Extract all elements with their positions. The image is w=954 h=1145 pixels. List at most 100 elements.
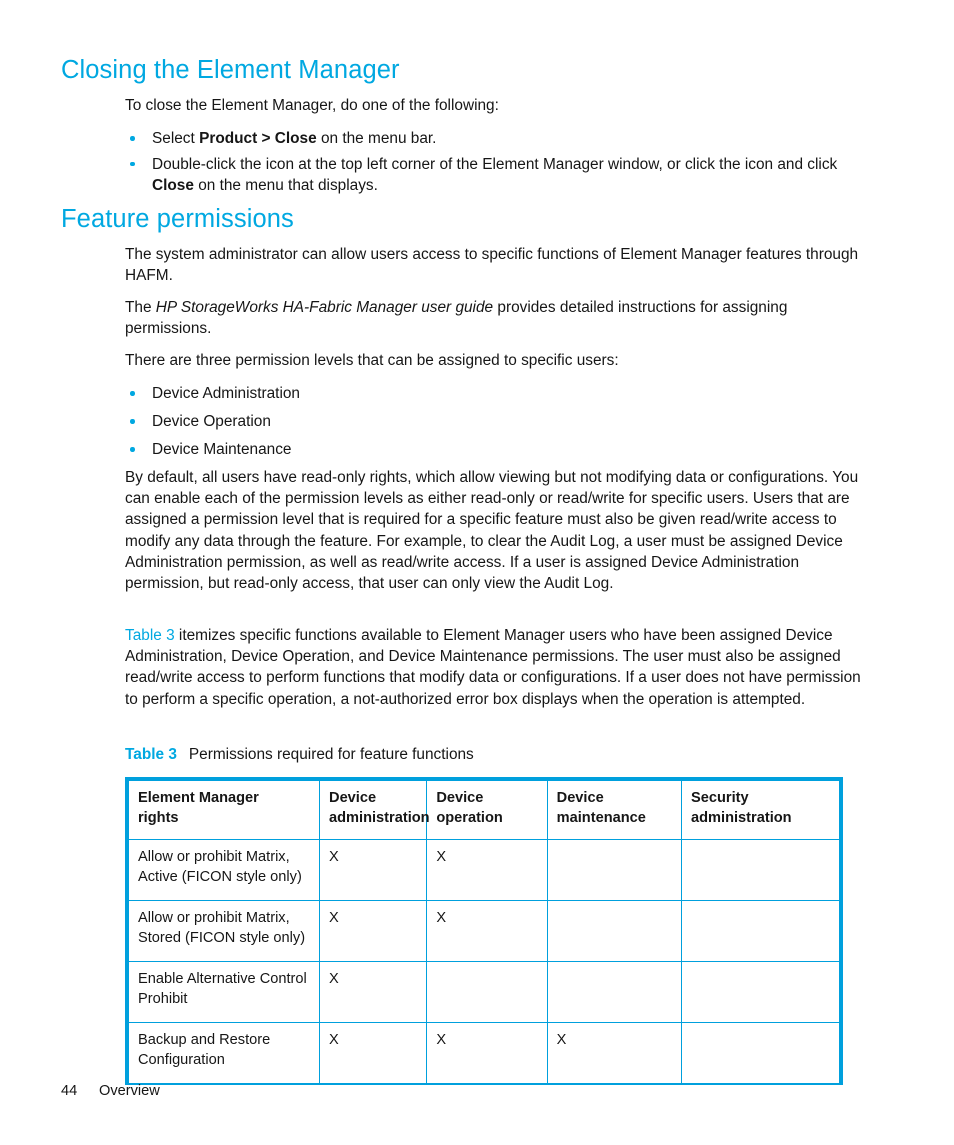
permission-mark xyxy=(691,909,831,953)
cell-security-administration xyxy=(682,1023,839,1084)
table-row: Allow or prohibit Matrix, Stored (FICON … xyxy=(129,900,839,962)
table-caption-label: Table 3 xyxy=(125,746,177,763)
close-step-1-text-b: on the menu bar. xyxy=(316,130,437,147)
permission-mark xyxy=(557,909,673,953)
close-step-2-bold: Close xyxy=(152,176,194,194)
page-footer: 44 Overview xyxy=(61,1082,160,1101)
cell-device-operation: X xyxy=(426,839,548,901)
list-item-close-step-1: Select Product > Close on the menu bar. xyxy=(125,128,877,149)
cell-device-maintenance xyxy=(547,900,683,962)
cell-security-administration xyxy=(681,839,839,901)
list-item-device-maintenance: Device Maintenance xyxy=(125,439,877,460)
cell-device-administration: X xyxy=(319,839,428,901)
document-page: Closing the Element Manager To close the… xyxy=(0,0,954,1145)
permission-mark xyxy=(691,848,831,892)
table-header: Element Manager rights Device administra… xyxy=(129,781,839,840)
paragraph-three-permission-levels: There are three permission levels that c… xyxy=(125,352,619,369)
permission-level-label: Device Administration xyxy=(152,385,300,402)
row-label-line-1: Allow or prohibit Matrix, xyxy=(138,849,290,865)
bullet-dot-icon xyxy=(130,136,135,141)
permission-mark xyxy=(557,970,673,1014)
permission-mark: X xyxy=(436,849,447,865)
cell-device-administration: X xyxy=(319,1022,428,1083)
header-line-1: Device xyxy=(556,790,604,806)
heading-feature-permissions: Feature permissions xyxy=(61,205,294,233)
column-header-device-maintenance: Device maintenance xyxy=(547,781,683,840)
table-3-reference-text: itemizes specific functions available to… xyxy=(125,627,861,708)
paragraph-user-guide-reference: The HP StorageWorks HA-Fabric Manager us… xyxy=(125,297,877,339)
close-step-2-text-b: on the menu that displays. xyxy=(193,176,378,194)
row-label-line-1: Enable Alternative Control xyxy=(138,971,307,987)
permission-mark: X xyxy=(329,910,339,926)
table-row: Enable Alternative Control Prohibit X xyxy=(129,961,839,1023)
cell-device-administration: X xyxy=(319,961,428,1023)
footer-chapter-name: Overview xyxy=(99,1083,160,1099)
permission-levels-list: Device Administration Device Operation D… xyxy=(125,383,877,461)
cell-device-operation: X xyxy=(426,900,548,962)
header-line-2: maintenance xyxy=(556,809,646,826)
row-label-line-1: Allow or prohibit Matrix, xyxy=(138,910,290,926)
paragraph-system-administrator: The system administrator can allow users… xyxy=(125,246,859,285)
table-row: Allow or prohibit Matrix, Active (FICON … xyxy=(129,839,839,901)
column-header-device-administration: Device administration xyxy=(319,781,430,840)
cell-device-maintenance: X xyxy=(547,1022,683,1083)
row-label-cell: Allow or prohibit Matrix, Stored (FICON … xyxy=(129,900,321,962)
row-label-cell: Allow or prohibit Matrix, Active (FICON … xyxy=(129,839,321,901)
permissions-table-container: Element Manager rights Device administra… xyxy=(125,777,843,1085)
permission-mark xyxy=(691,970,831,1014)
bullet-dot-icon xyxy=(130,419,135,424)
table-body: Allow or prohibit Matrix, Active (FICON … xyxy=(129,839,839,1084)
permission-mark: X xyxy=(329,1032,339,1048)
permission-mark: X xyxy=(329,971,339,987)
cell-device-operation: X xyxy=(426,1022,548,1083)
paragraph-table-3-reference: Table 3 itemizes specific functions avai… xyxy=(125,625,877,710)
table-header-row: Element Manager rights Device administra… xyxy=(129,781,839,840)
header-line-1: Element Manager xyxy=(138,790,259,806)
user-guide-title: HP StorageWorks HA-Fabric Manager user g… xyxy=(155,299,494,316)
header-line-1: Device xyxy=(329,790,377,806)
header-line-2: operation xyxy=(436,809,503,826)
row-label-line-2: Active (FICON style only) xyxy=(138,868,302,885)
cell-device-maintenance xyxy=(547,839,683,901)
permission-level-label: Device Operation xyxy=(152,413,271,431)
bullet-dot-icon xyxy=(130,161,135,167)
permission-mark xyxy=(691,1031,831,1075)
cell-device-administration: X xyxy=(319,900,428,962)
permission-level-label: Device Maintenance xyxy=(152,441,292,459)
list-item-close-step-2: Double-click the icon at the top left co… xyxy=(125,154,877,196)
header-line-1: Device xyxy=(436,790,484,806)
paragraph-close-intro: To close the Element Manager, do one of … xyxy=(125,97,499,114)
permission-mark: X xyxy=(329,849,339,865)
table-caption: Table 3 Permissions required for feature … xyxy=(125,745,474,765)
close-steps-list: Select Product > Close on the menu bar. … xyxy=(125,128,877,201)
close-step-1-text-a: Select xyxy=(152,130,200,147)
table-3-cross-reference[interactable]: Table 3 xyxy=(125,627,175,644)
column-header-element-manager-rights: Element Manager rights xyxy=(129,781,321,840)
cell-device-maintenance xyxy=(547,961,683,1023)
bullet-dot-icon xyxy=(130,391,135,396)
permissions-table: Element Manager rights Device administra… xyxy=(129,781,839,1083)
column-header-device-operation: Device operation xyxy=(426,781,548,840)
permission-mark xyxy=(557,848,673,892)
row-label-line-1: Backup and Restore xyxy=(138,1032,271,1048)
heading-closing-the-element-manager: Closing the Element Manager xyxy=(61,56,400,84)
cell-security-administration xyxy=(681,961,839,1023)
permission-mark xyxy=(436,970,538,1014)
header-line-2: rights xyxy=(138,809,179,826)
paragraph-default-read-only-rights: By default, all users have read-only rig… xyxy=(125,469,859,593)
row-label-line-2: Configuration xyxy=(138,1051,225,1068)
permission-mark: X xyxy=(556,1032,567,1048)
row-label-cell: Backup and Restore Configuration xyxy=(129,1022,321,1083)
permission-mark: X xyxy=(436,910,447,926)
row-label-line-2: Stored (FICON style only) xyxy=(138,929,306,946)
header-line-1: Security xyxy=(691,790,749,806)
close-step-2-text-a: Double-click the icon at the top left co… xyxy=(152,155,838,173)
table-row: Backup and Restore Configuration X X X xyxy=(129,1022,839,1084)
cell-security-administration xyxy=(681,900,839,962)
header-line-2: administration xyxy=(329,809,430,826)
footer-page-number: 44 xyxy=(61,1083,78,1099)
table-caption-text: Permissions required for feature functio… xyxy=(188,746,474,763)
cell-device-operation xyxy=(426,961,548,1023)
header-line-2: administration xyxy=(691,809,792,826)
list-item-device-operation: Device Operation xyxy=(125,411,877,432)
